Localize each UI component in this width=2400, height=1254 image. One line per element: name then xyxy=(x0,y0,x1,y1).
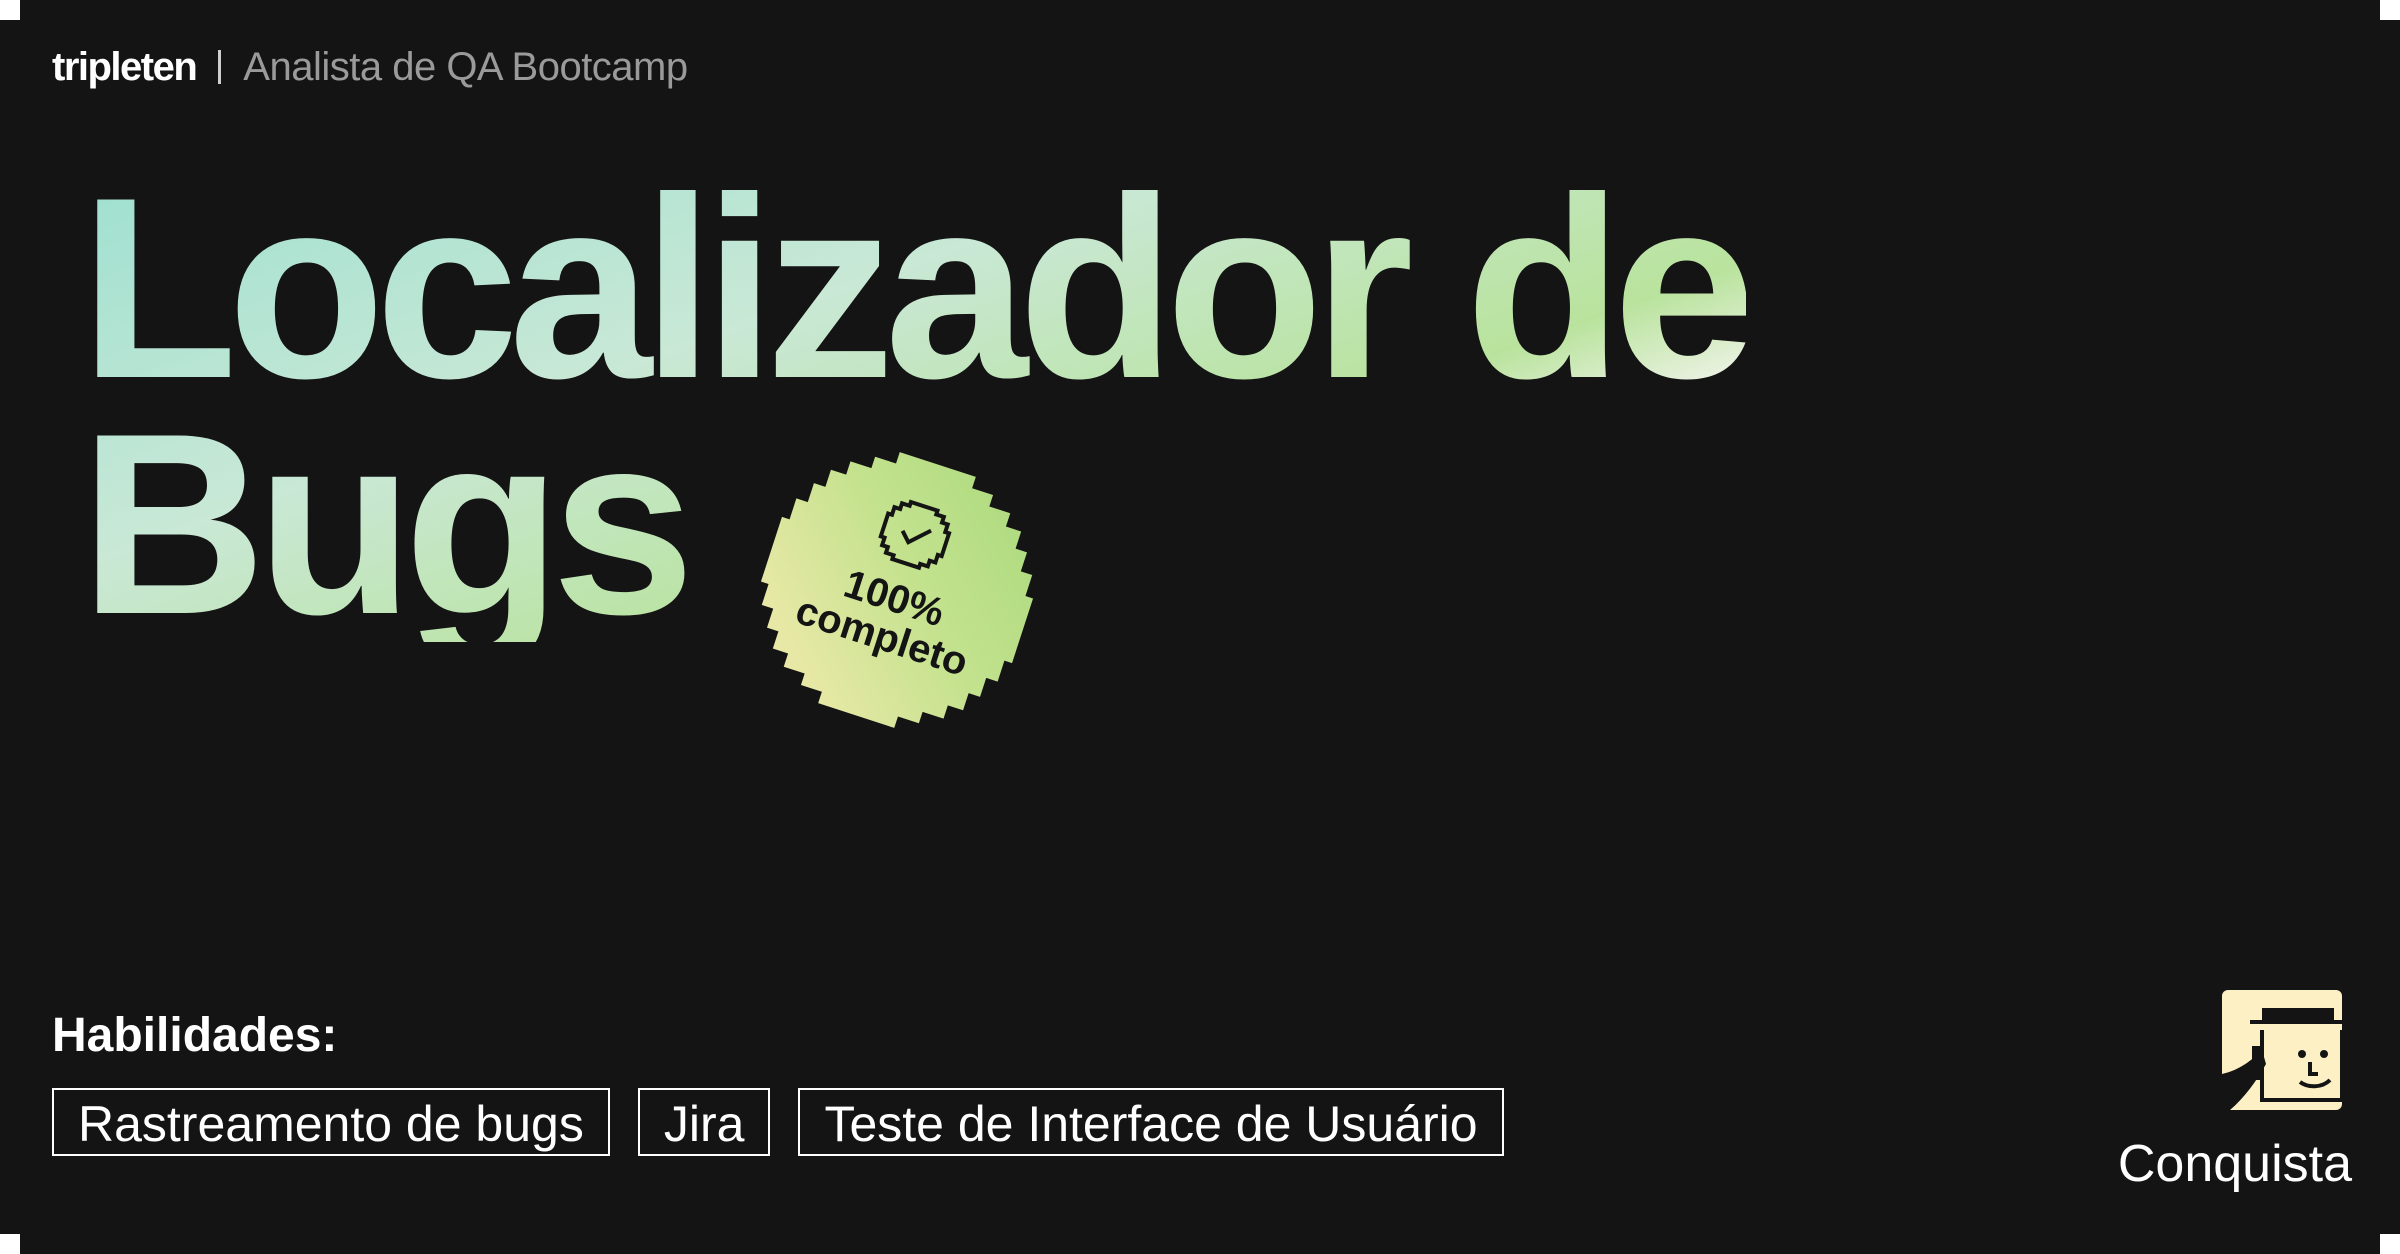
skills-heading: Habilidades: xyxy=(52,1009,338,1062)
corner-mark xyxy=(2380,0,2400,20)
corner-mark xyxy=(0,0,20,20)
skills-list: Rastreamento de bugs Jira Teste de Inter… xyxy=(52,1088,1504,1156)
header-divider xyxy=(218,50,222,84)
detective-avatar-icon xyxy=(2222,990,2342,1110)
corner-mark xyxy=(2380,1234,2400,1254)
skill-tag: Teste de Interface de Usuário xyxy=(798,1088,1504,1156)
completion-badge: 100% completo xyxy=(760,452,1034,728)
skill-tag: Jira xyxy=(637,1088,771,1156)
title-line-1: Localizador de xyxy=(80,143,1756,432)
header: tripleten Analista de QA Bootcamp xyxy=(52,44,688,90)
skill-tag: Rastreamento de bugs xyxy=(52,1088,610,1156)
brand-logo: tripleten xyxy=(52,44,198,89)
achievement-label: Conquista xyxy=(2117,1135,2352,1193)
corner-mark xyxy=(0,1234,20,1254)
program-name: Analista de QA Bootcamp xyxy=(243,44,688,89)
